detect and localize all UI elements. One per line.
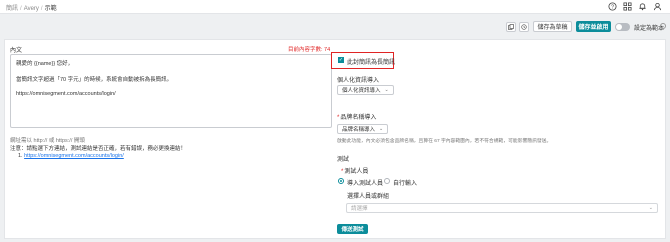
body-label: 內文 [10,48,23,54]
grid-icon[interactable] [623,2,632,11]
breadcrumb: 簡訊 / Avery / 示範 [6,3,57,12]
save-and-enable-button[interactable]: 儲存並啟用 [576,21,611,32]
breadcrumb-item-avery[interactable]: Avery [24,6,39,12]
link-index: 1. [18,153,23,159]
radio-import-testers[interactable] [338,178,344,184]
test-recipient-label: *測試人員 [341,169,369,175]
copy-icon[interactable] [506,22,516,32]
brand-name-dropdown[interactable]: 品牌名稱導入 ⌄ [337,124,389,134]
personal-info-label: 個人化資訊導入 [337,78,380,84]
help-icon[interactable]: ? [608,2,617,11]
link-check-instruction: 注意：請點選下方連結，測試連結是否正確，若有錯誤，務必更換連結！ [10,146,187,152]
sms-editor-panel: 內文 目前內容字數: 74 親愛的 {{name}} 您好， 當簡訊文字超過「7… [4,39,666,239]
body-line [16,67,326,75]
body-line: https://omnisegment.com/accounts/login/ [16,91,116,97]
breadcrumb-item-sms[interactable]: 簡訊 [6,6,18,12]
radio-manual-input[interactable] [384,178,390,184]
history-icon[interactable] [519,22,529,32]
brand-name-label-text: 品牌名稱導入 [340,115,377,121]
tester-group-label: 選擇人員或群組 [347,194,390,200]
send-test-button[interactable]: 傳送測試 [337,224,368,234]
tester-group-select[interactable]: 請選擇 ⌄ [346,203,658,213]
chevron-down-icon: ⌄ [648,205,653,211]
body-line: 親愛的 {{name}} 您好， [16,61,74,67]
action-toolbar: 儲存為草稿 儲存並啟用 設定為範本 i [0,18,670,36]
chevron-down-icon: ⌄ [379,126,384,132]
long-sms-label: 此封簡訊為長簡訊 [347,60,396,66]
info-icon[interactable]: i [660,23,666,29]
char-counter: 目前內容字數: 74 [288,47,331,53]
tester-group-placeholder: 請選擇 [351,206,368,212]
svg-text:?: ? [611,4,614,10]
link-list-item: 1. https://omnisegment.com/accounts/logi… [18,153,124,159]
test-section-label: 測試 [337,157,350,163]
brand-name-dropdown-value: 品牌名稱導入 [342,127,376,133]
breadcrumb-item-current: 示範 [44,6,57,12]
top-icons: ? [608,2,662,11]
top-bar: 簡訊 / Avery / 示範 ? [0,0,670,14]
user-icon[interactable] [653,2,662,11]
link-url[interactable]: https://omnisegment.com/accounts/login/ [24,153,124,159]
long-sms-checkbox[interactable]: ✓ [338,57,344,63]
chevron-down-icon: ⌄ [384,87,389,93]
body-line [16,83,326,91]
save-draft-button[interactable]: 儲存為草稿 [533,21,572,32]
breadcrumb-separator: / [40,6,43,12]
radio-import-testers-label: 導入測試人員 [347,181,384,187]
link-format-note: 網址需以 http:// 或 https:// 開頭 [10,138,85,144]
personal-info-dropdown-value: 個人化資訊導入 [342,88,381,94]
brand-name-hint: 啟動此功能，內文必須包含品牌名稱，且算在 67 字內容範圍內，若不符合規範，可能… [337,139,552,144]
radio-manual-input-label: 自行輸入 [393,181,418,187]
body-line: 當簡訊文字超過「70 字元」的時候，系統會自動被拆為長簡訊。 [16,77,173,83]
test-recipient-label-text: 測試人員 [344,169,369,175]
body-textarea[interactable]: 親愛的 {{name}} 您好， 當簡訊文字超過「70 字元」的時候，系統會自動… [10,54,332,128]
breadcrumb-separator: / [20,6,22,12]
template-toggle[interactable] [615,23,630,31]
bell-icon[interactable] [638,2,647,11]
personal-info-dropdown[interactable]: 個人化資訊導入 ⌄ [337,85,394,95]
brand-name-label: *品牌名稱導入 [337,115,377,121]
